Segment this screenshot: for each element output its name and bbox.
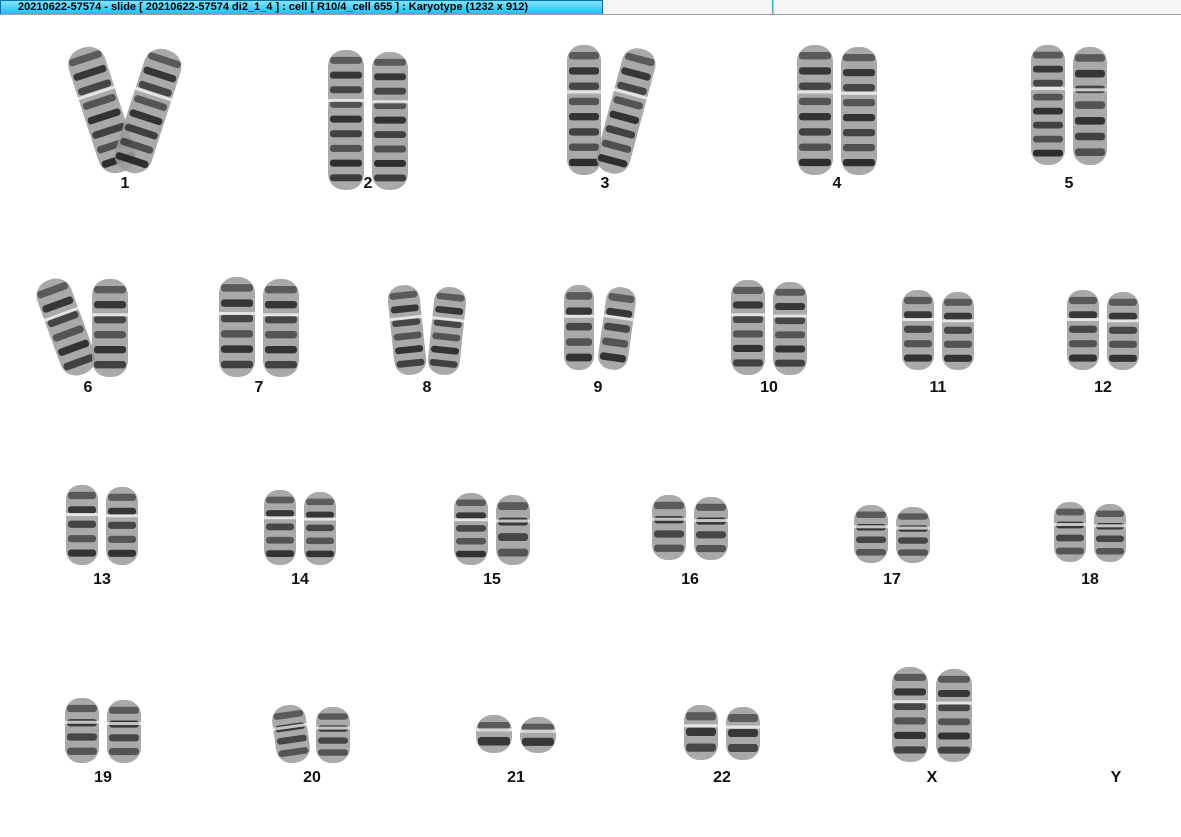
window-title-tab[interactable]: 20210622-57574 - slide [ 20210622-57574 … (0, 0, 603, 14)
chromosome-homolog-right-band (938, 704, 970, 712)
chromosome-homolog-left-band (894, 702, 926, 711)
chromosome-homolog-left-band (894, 717, 926, 725)
chromosome-homolog-right-band (938, 718, 970, 726)
chromosome-homolog-right-band (938, 690, 970, 697)
chromosome-homolog-right[interactable] (935, 669, 973, 762)
chromosome-homolog-left-band (894, 688, 926, 696)
chromosome-homolog-left-band (894, 746, 926, 754)
window-tab-bar: 20210622-57574 - slide [ 20210622-57574 … (0, 0, 1181, 15)
karyotype-canvas: 1 2 3 4 5 6 7 8 9 10 11 12 13 14 15 16 17 18 19 20 21 22 X Y (0, 15, 1181, 837)
chromosome-label: Y (1110, 769, 1122, 786)
chromosome-homolog-right-band (938, 746, 970, 754)
chromosome-pair-graphic (891, 667, 973, 762)
chromosome-homolog-left[interactable] (891, 667, 929, 762)
chromosome-homolog-right-band (938, 732, 970, 740)
chromosome-homolog-right-centromere (935, 701, 973, 705)
chromosome-homolog-left-band (894, 673, 926, 682)
chromosome-homolog-left-band (894, 731, 926, 740)
tab-secondary[interactable] (603, 0, 773, 14)
window-title: 20210622-57574 - slide [ 20210622-57574 … (18, 1, 528, 13)
chromosome-homolog-left-centromere (891, 700, 929, 704)
chromosome-label: X (926, 769, 938, 786)
tab-empty-area (773, 0, 1181, 14)
chromosome-homolog-right-band (938, 675, 970, 683)
